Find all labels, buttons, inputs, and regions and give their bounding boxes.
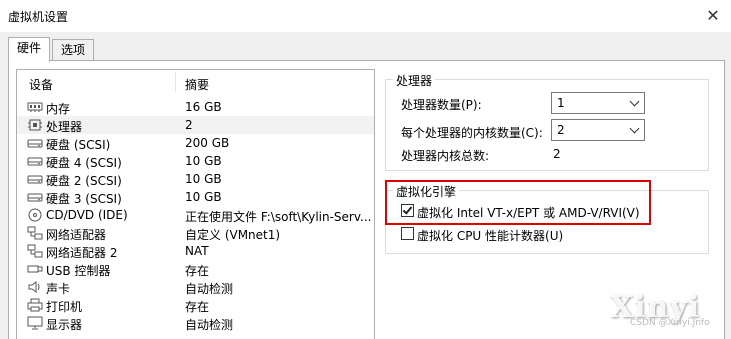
device-row[interactable]: 处理器 2 <box>17 116 374 134</box>
memory-icon <box>27 100 43 114</box>
processor-group-title: 处理器 <box>393 72 436 89</box>
device-summary: 10 GB <box>185 190 222 204</box>
watermark-sub: CSDN @Xinyi.Jnfo <box>630 318 710 328</box>
device-summary: 自定义 (VMnet1) <box>185 228 281 242</box>
device-row[interactable]: 硬盘 3 (SCSI) 10 GB <box>17 188 374 206</box>
device-summary: 10 GB <box>185 154 222 168</box>
device-name: 硬盘 2 (SCSI) <box>46 174 122 188</box>
device-row[interactable]: 硬盘 4 (SCSI) 10 GB <box>17 152 374 170</box>
sound-card-icon <box>27 280 43 294</box>
device-summary: 200 GB <box>185 136 230 150</box>
device-summary: 2 <box>185 118 193 132</box>
chevron-down-icon <box>629 96 640 107</box>
device-row[interactable]: CD/DVD (IDE) 正在使用文件 F:\soft\Kylin-Serv... <box>17 206 374 224</box>
device-row[interactable]: 硬盘 2 (SCSI) 10 GB <box>17 170 374 188</box>
cpu-counter-label[interactable]: 虚拟化 CPU 性能计数器(U) <box>417 227 563 244</box>
device-name: 硬盘 (SCSI) <box>46 138 111 152</box>
network-adapter-icon <box>27 244 43 258</box>
tab-options[interactable]: 选项 <box>52 39 94 60</box>
hard-disk-icon <box>27 190 43 204</box>
processor-icon <box>27 118 43 132</box>
network-adapter-icon <box>27 226 43 240</box>
hard-disk-icon <box>27 172 43 186</box>
cores-per-processor-label: 每个处理器的内核数量(C): <box>401 126 543 140</box>
device-summary: NAT <box>185 244 209 258</box>
device-name: 内存 <box>46 102 71 116</box>
total-cores-label: 处理器内核总数: <box>401 149 490 163</box>
cd-dvd-icon <box>27 208 43 222</box>
device-row[interactable]: 显示器 自动检测 <box>17 314 374 332</box>
hard-disk-icon <box>27 154 43 168</box>
device-name: 硬盘 4 (SCSI) <box>46 156 122 170</box>
column-summary[interactable]: 摘要 <box>185 76 209 93</box>
device-row[interactable]: 网络适配器 2 NAT <box>17 242 374 260</box>
device-name: 网络适配器 2 <box>46 246 118 260</box>
column-device[interactable]: 设备 <box>29 76 53 93</box>
cpu-counter-checkbox[interactable] <box>401 227 414 240</box>
device-name: 处理器 <box>46 120 83 134</box>
device-summary: 自动检测 <box>185 282 234 296</box>
device-name: 显示器 <box>46 318 83 332</box>
column-divider[interactable] <box>175 72 176 92</box>
device-row[interactable]: 硬盘 (SCSI) 200 GB <box>17 134 374 152</box>
device-name: CD/DVD (IDE) <box>46 208 128 222</box>
device-summary: 存在 <box>185 264 210 278</box>
printer-icon <box>27 298 43 312</box>
hard-disk-icon <box>27 136 43 150</box>
device-name: 打印机 <box>46 300 83 314</box>
display-icon <box>27 316 43 330</box>
device-name: 网络适配器 <box>46 228 107 242</box>
title-bar: 虚拟机设置 ✕ <box>0 0 731 32</box>
processor-count-label: 处理器数量(P): <box>401 98 482 112</box>
processor-count-value: 1 <box>557 96 565 110</box>
device-row[interactable]: USB 控制器 存在 <box>17 260 374 278</box>
processor-count-select[interactable]: 1 <box>551 92 645 114</box>
device-list-header: 设备 摘要 <box>17 70 374 94</box>
device-summary: 16 GB <box>185 100 222 114</box>
device-row[interactable]: 声卡 自动检测 <box>17 278 374 296</box>
device-summary: 自动检测 <box>185 318 234 332</box>
device-name: USB 控制器 <box>46 264 111 278</box>
device-list[interactable]: 设备 摘要 内存 16 GB 处理器 2 硬盘 (SCSI) 200 GB 硬盘 4 (SC… <box>16 69 375 339</box>
total-cores-value: 2 <box>553 147 561 161</box>
tab-hardware[interactable]: 硬件 <box>8 37 50 62</box>
device-row[interactable]: 网络适配器 自定义 (VMnet1) <box>17 224 374 242</box>
device-row[interactable]: 内存 16 GB <box>17 98 374 116</box>
device-summary: 正在使用文件 F:\soft\Kylin-Serv... <box>185 210 371 224</box>
device-row[interactable]: 打印机 存在 <box>17 296 374 314</box>
close-icon[interactable]: ✕ <box>701 4 725 28</box>
chevron-down-icon <box>629 123 640 134</box>
device-name: 声卡 <box>46 282 71 296</box>
device-summary: 10 GB <box>185 172 222 186</box>
cores-per-processor-select[interactable]: 2 <box>551 119 645 141</box>
device-summary: 存在 <box>185 300 210 314</box>
device-name: 硬盘 3 (SCSI) <box>46 192 122 206</box>
usb-icon <box>27 262 43 276</box>
cores-per-processor-value: 2 <box>557 123 565 137</box>
window-title: 虚拟机设置 <box>8 10 69 24</box>
highlight-annotation <box>385 180 651 225</box>
